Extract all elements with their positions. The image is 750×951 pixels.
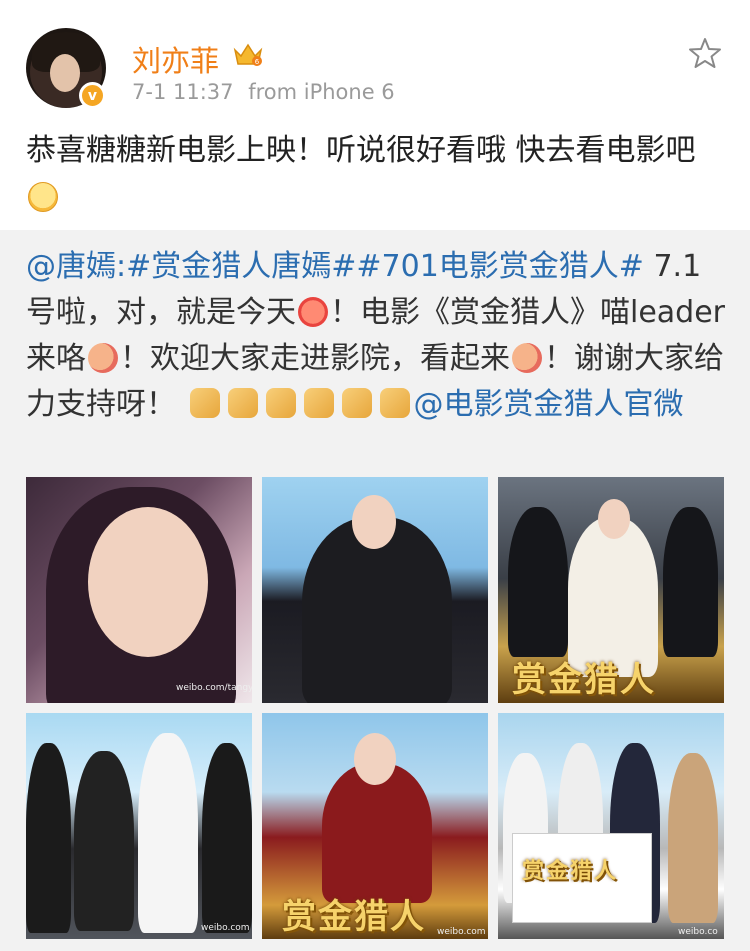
mention-link[interactable]: @电影赏金猎人官微 (414, 387, 684, 422)
photo-watermark: weibo.co (678, 927, 718, 937)
author-name[interactable]: 刘亦菲 (132, 38, 219, 80)
post-meta: 7-1 11:37 from iPhone 6 (132, 80, 403, 104)
heart-eyes-emoji-icon (298, 297, 328, 327)
beckon-hand-icon (189, 388, 220, 418)
post-time: 7-1 11:37 (132, 80, 234, 104)
post-content: 恭喜糖糖新电影上映！听说很好看哦 快去看电影吧 (26, 127, 726, 221)
rock-hand-icon (265, 388, 296, 418)
photo-thumbnail[interactable]: 赏金猎人 weibo.co (498, 713, 724, 939)
movie-title-art: 赏金猎人 (282, 897, 426, 937)
kiss-emoji-icon (88, 343, 118, 373)
movie-title-art: 赏金猎人 (512, 660, 656, 700)
hashtag-link[interactable]: #赏金猎人唐嫣# (126, 249, 356, 284)
post-header: v 刘亦菲 6 7-1 11:37 from iPhone 6 恭喜糖糖新电影上… (0, 0, 750, 230)
favorite-star-icon[interactable] (688, 36, 722, 70)
verified-badge-icon: v (79, 82, 106, 109)
victory-hand-icon (379, 388, 410, 418)
muscle-icon (303, 388, 334, 418)
svg-text:6: 6 (255, 58, 260, 66)
movie-title-art: 赏金猎人 (522, 859, 619, 884)
hashtag-link[interactable]: #701电影赏金猎人# (356, 249, 644, 284)
post-text: 恭喜糖糖新电影上映！听说很好看哦 快去看电影吧 (26, 133, 696, 168)
thumbs-up-icon (341, 388, 372, 418)
repost-card[interactable]: @唐嫣:#赏金猎人唐嫣##701电影赏金猎人# 7.1号啦，对，就是今天 ！电影《… (0, 230, 750, 951)
photo-thumbnail[interactable]: 赏金猎人 (498, 477, 724, 703)
photo-thumbnail[interactable]: 赏金猎人 weibo.com (262, 713, 488, 939)
vip-crown-icon: 6 (233, 43, 263, 66)
wink-emoji-icon (512, 343, 542, 373)
mention-link[interactable]: @唐嫣 (26, 249, 116, 284)
repost-content: @唐嫣:#赏金猎人唐嫣##701电影赏金猎人# 7.1号啦，对，就是今天 ！电影《… (26, 249, 726, 422)
photo-watermark: weibo.com (437, 927, 486, 937)
photo-thumbnail[interactable]: weibo.com/tangyan (26, 477, 252, 703)
pray-hand-icon (227, 388, 258, 418)
photo-thumbnail[interactable]: weibo.com (26, 713, 252, 939)
photo-watermark: weibo.com (201, 923, 250, 933)
photo-thumbnail[interactable] (262, 477, 488, 703)
repost-text: ！欢迎大家走进影院，看起来 (120, 341, 510, 376)
grin-emoji-icon (28, 182, 58, 212)
post-source[interactable]: from iPhone 6 (248, 80, 394, 104)
photo-watermark: weibo.com/tangyan (176, 683, 252, 693)
